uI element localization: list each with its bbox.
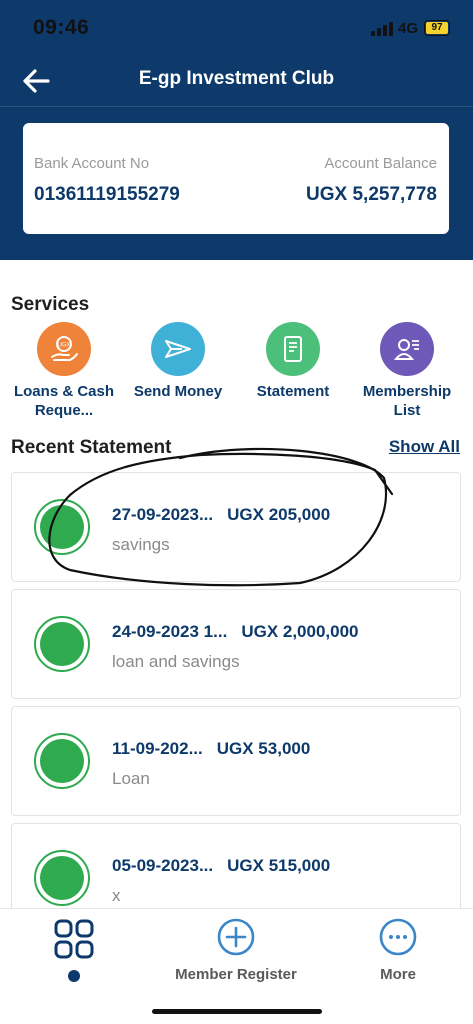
grid-icon xyxy=(54,919,94,959)
service-membership-label: Membership List xyxy=(362,383,452,419)
service-send-money-label: Send Money xyxy=(133,383,223,400)
signal-icon xyxy=(371,22,393,36)
statement-date: 05-09-2023... xyxy=(112,856,214,875)
active-indicator xyxy=(68,970,80,982)
bank-account-label: Bank Account No xyxy=(34,155,150,172)
nav-member-register-label: Member Register xyxy=(175,966,297,983)
nav-home[interactable] xyxy=(52,917,96,982)
plus-circle-icon xyxy=(217,918,255,956)
statement-description: Loan xyxy=(112,769,150,788)
statement-description: savings xyxy=(112,535,170,554)
nav-member-register[interactable]: Member Register xyxy=(168,917,304,983)
account-balance: UGX 5,257,778 xyxy=(306,184,437,205)
battery-level: 97 xyxy=(426,22,448,34)
page-title: E-gp Investment Club xyxy=(138,68,335,89)
status-dot-icon xyxy=(34,850,90,906)
status-dot-icon xyxy=(34,616,90,672)
statement-amount: UGX 2,000,000 xyxy=(241,622,359,641)
recent-statement-title: Recent Statement xyxy=(11,437,172,458)
statement-date: 24-09-2023 1... xyxy=(112,622,228,641)
account-card: Bank Account No Account Balance 01361119… xyxy=(23,123,449,234)
services-title: Services xyxy=(11,294,90,315)
service-statement[interactable]: Statement xyxy=(234,322,352,401)
send-plane-icon xyxy=(151,322,205,376)
service-loans-label: Loans & Cash Reque... xyxy=(13,383,115,419)
statement-row[interactable]: 11-09-202... UGX 53,000 Loan xyxy=(11,706,461,816)
network-type: 4G xyxy=(398,20,419,37)
statement-date: 11-09-202... xyxy=(112,739,203,758)
status-dot-icon xyxy=(34,733,90,789)
loan-hand-icon: UGX xyxy=(37,322,91,376)
statement-row[interactable]: 24-09-2023 1... UGX 2,000,000 loan and sa… xyxy=(11,589,461,699)
service-membership[interactable]: Membership List xyxy=(348,322,466,420)
nav-more[interactable]: More xyxy=(370,917,426,983)
bank-account-number: 01361119155279 xyxy=(34,184,180,205)
statement-description: loan and savings xyxy=(112,652,240,671)
statement-description: x xyxy=(112,886,121,905)
svg-text:UGX: UGX xyxy=(57,343,70,349)
statement-amount: UGX 205,000 xyxy=(227,505,331,524)
statement-row[interactable]: 27-09-2023... UGX 205,000 savings xyxy=(11,472,461,582)
nav-more-label: More xyxy=(380,966,416,983)
service-send-money[interactable]: Send Money xyxy=(119,322,237,401)
status-time: 09:46 xyxy=(33,16,90,39)
service-statement-label: Statement xyxy=(256,383,330,400)
statement-amount: UGX 515,000 xyxy=(227,856,331,875)
status-bar: 09:46 4G 97 xyxy=(0,0,473,54)
document-icon xyxy=(266,322,320,376)
statement-date: 27-09-2023... xyxy=(112,505,214,524)
show-all-link[interactable]: Show All xyxy=(389,437,460,457)
home-indicator xyxy=(152,1009,322,1014)
status-dot-icon xyxy=(34,499,90,555)
battery-icon: 97 xyxy=(424,20,450,36)
bottom-nav: Member Register More xyxy=(0,908,473,1024)
balance-label: Account Balance xyxy=(324,155,437,172)
service-loans[interactable]: UGX Loans & Cash Reque... xyxy=(5,322,123,420)
header-divider xyxy=(0,106,473,107)
more-icon xyxy=(379,918,417,956)
statement-amount: UGX 53,000 xyxy=(216,739,311,758)
member-list-icon xyxy=(380,322,434,376)
